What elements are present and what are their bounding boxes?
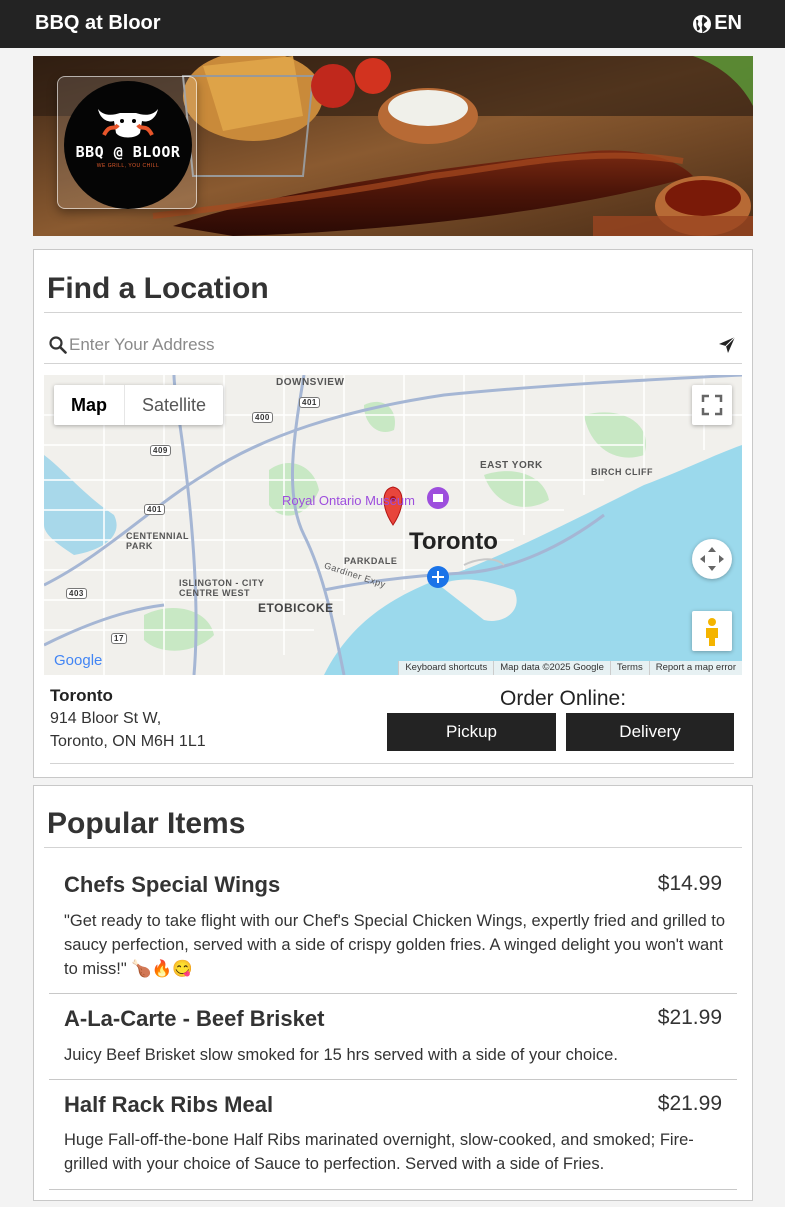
map-city-label: Toronto (409, 528, 498, 555)
map-place-label: CENTENNIAL PARK (126, 531, 189, 551)
top-navbar: BBQ at Bloor EN (0, 0, 785, 48)
map-attribution-bar: Keyboard shortcuts Map data ©2025 Google… (398, 661, 742, 675)
logo-badge: BBQ @ BLOOR WE GRILL, YOU CHILL (64, 81, 192, 209)
road-shield: 401 (299, 397, 320, 408)
map-poi-label[interactable]: Royal Ontario Museum (282, 493, 432, 508)
logo-text: BBQ @ BLOOR (75, 143, 181, 161)
language-selector[interactable]: EN (692, 12, 742, 35)
restaurant-logo[interactable]: BBQ @ BLOOR WE GRILL, YOU CHILL (57, 76, 197, 209)
locate-me-icon[interactable] (718, 336, 736, 354)
globe-icon (693, 14, 712, 33)
bull-icon (98, 109, 158, 138)
brand-title[interactable]: BBQ at Bloor (35, 12, 161, 35)
pickup-button[interactable]: Pickup (387, 713, 556, 751)
find-location-card: Find a Location Enter Your Address DOWNS… (33, 249, 753, 778)
road-shield: 403 (66, 588, 87, 599)
pegman-icon (706, 618, 718, 646)
item-name[interactable]: A-La-Carte - Beef Brisket (64, 1006, 324, 1032)
item-description: Huge Fall-off-the-bone Half Ribs marinat… (64, 1131, 694, 1173)
title-divider (44, 312, 742, 313)
road-shield: 17 (111, 633, 127, 644)
menu-item[interactable]: A-La-Carte - Beef Brisket $21.99 Juicy B… (49, 994, 737, 1080)
map-type-satellite[interactable]: Satellite (124, 385, 223, 425)
menu-item[interactable]: Half Rack Ribs Meal $21.99 Huge Fall-off… (49, 1080, 737, 1190)
terms-link[interactable]: Terms (609, 661, 649, 675)
keyboard-shortcuts-link[interactable]: Keyboard shortcuts (398, 661, 493, 675)
address-search (44, 328, 742, 364)
fullscreen-icon (701, 394, 723, 416)
map-place-label: ETOBICOKE (258, 601, 334, 615)
location-map[interactable]: DOWNSVIEW EAST YORK BIRCH CLIFF CENTENNI… (44, 375, 742, 675)
fullscreen-button[interactable] (692, 385, 732, 425)
road-shield: 400 (252, 412, 273, 423)
map-place-label: EAST YORK (480, 460, 543, 471)
location-divider (50, 763, 734, 764)
item-name[interactable]: Chefs Special Wings (64, 872, 280, 898)
delivery-button[interactable]: Delivery (566, 713, 734, 751)
road-shield: 401 (144, 504, 165, 515)
address-line-2: Toronto, ON M6H 1L1 (50, 733, 206, 750)
address-line-1: 914 Bloor St W, (50, 710, 162, 727)
street-view-button[interactable] (692, 611, 732, 651)
map-data-credit: Map data ©2025 Google (493, 661, 610, 675)
find-location-title: Find a Location (47, 272, 269, 305)
hero-banner: BBQ @ BLOOR WE GRILL, YOU CHILL (33, 56, 753, 236)
item-description: "Get ready to take flight with our Chef'… (64, 912, 726, 978)
item-price: $14.99 (657, 872, 722, 895)
map-type-map[interactable]: Map (54, 385, 124, 425)
road-shield: 409 (150, 445, 171, 456)
logo-tagline: WE GRILL, YOU CHILL (96, 163, 160, 169)
item-price: $21.99 (657, 1006, 722, 1029)
search-icon (49, 336, 67, 354)
camera-control-button[interactable] (692, 539, 732, 579)
popular-items-title: Popular Items (47, 807, 246, 840)
language-code: EN (714, 12, 742, 34)
map-place-label: BIRCH CLIFF (591, 467, 653, 477)
map-place-label: DOWNSVIEW (276, 377, 345, 388)
report-map-error-link[interactable]: Report a map error (648, 661, 742, 675)
move-arrows-icon (700, 547, 724, 571)
item-description: Juicy Beef Brisket slow smoked for 15 hr… (64, 1046, 618, 1064)
google-logo[interactable]: Google (54, 652, 102, 669)
item-name[interactable]: Half Rack Ribs Meal (64, 1092, 273, 1118)
menu-item[interactable]: Chefs Special Wings $14.99 "Get ready to… (49, 848, 737, 994)
popular-items-card: Popular Items Chefs Special Wings $14.99… (33, 785, 753, 1201)
map-place-label: ISLINGTON - CITY CENTRE WEST (179, 578, 265, 598)
location-name: Toronto (50, 686, 113, 705)
map-place-label: PARKDALE (344, 556, 398, 566)
item-price: $21.99 (657, 1092, 722, 1115)
address-input[interactable] (69, 334, 709, 356)
map-type-control: Map Satellite (54, 385, 224, 425)
order-online-label: Order Online: (500, 687, 627, 710)
